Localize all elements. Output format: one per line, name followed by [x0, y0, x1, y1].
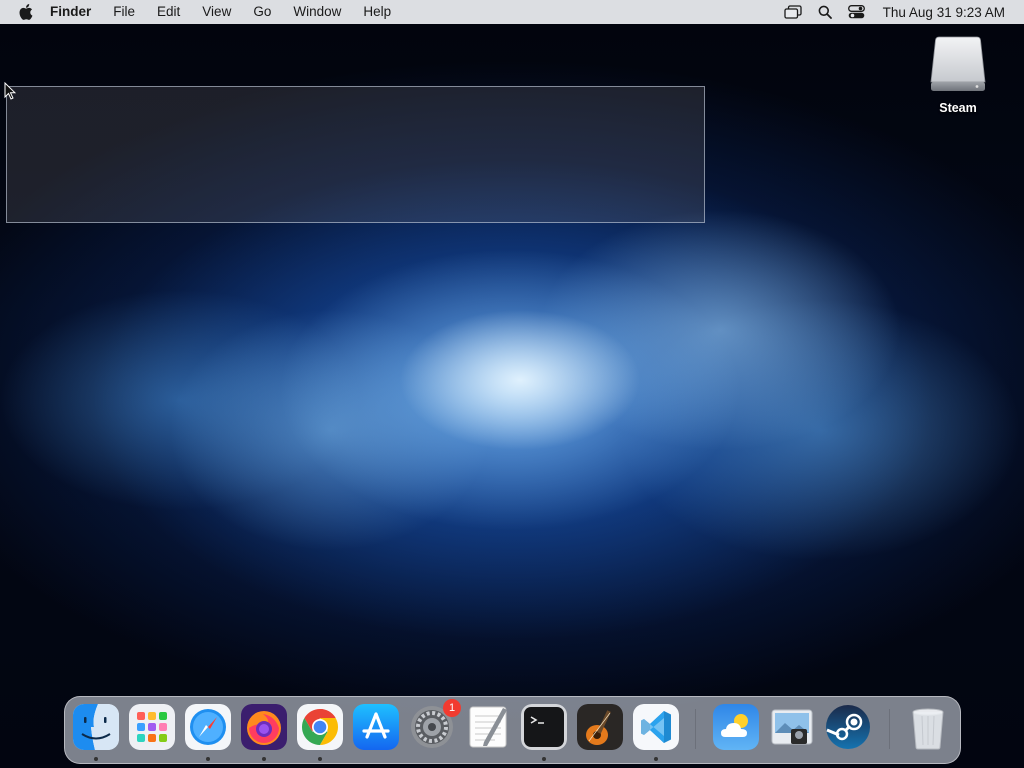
weather-icon — [713, 704, 759, 750]
running-indicator — [542, 757, 546, 761]
dock-app-steam[interactable] — [825, 704, 871, 750]
external-drive-icon — [929, 34, 987, 94]
dock-app-firefox[interactable] — [241, 704, 287, 750]
dock-app-preview[interactable] — [769, 704, 815, 750]
menu-bar-clock[interactable]: Thu Aug 31 9:23 AM — [883, 5, 1005, 20]
terminal-icon — [521, 704, 567, 750]
safari-icon — [185, 704, 231, 750]
chrome-icon — [297, 704, 343, 750]
steam-icon — [825, 704, 871, 750]
dock: 1 — [64, 696, 961, 764]
dock-app-chrome[interactable] — [297, 704, 343, 750]
menu-bar: Finder File Edit View Go Window Help Thu… — [0, 0, 1024, 24]
preview-icon — [769, 704, 815, 750]
menu-edit[interactable]: Edit — [146, 0, 191, 24]
dock-app-launchpad[interactable] — [129, 704, 175, 750]
dock-separator — [889, 709, 890, 749]
apple-menu-icon[interactable] — [18, 4, 34, 20]
dock-app-system-preferences[interactable]: 1 — [409, 699, 461, 750]
launchpad-icon — [129, 704, 175, 750]
dock-app-weather[interactable] — [713, 704, 759, 750]
dock-app-vscode[interactable] — [633, 704, 679, 750]
app-store-icon — [353, 704, 399, 750]
menu-help[interactable]: Help — [352, 0, 402, 24]
dock-app-trash[interactable] — [905, 704, 951, 750]
trash-icon — [905, 704, 951, 750]
textedit-icon — [465, 704, 511, 750]
menu-window[interactable]: Window — [282, 0, 352, 24]
notification-badge: 1 — [443, 699, 461, 717]
running-indicator — [94, 757, 98, 761]
dock-app-safari[interactable] — [185, 704, 231, 750]
dock-app-app-store[interactable] — [353, 704, 399, 750]
menu-file[interactable]: File — [102, 0, 146, 24]
desktop-icon-label: Steam — [939, 101, 977, 115]
menu-view[interactable]: View — [191, 0, 242, 24]
desktop-icon-steam[interactable]: Steam — [924, 34, 992, 115]
dock-app-textedit[interactable] — [465, 704, 511, 750]
dock-app-garageband[interactable] — [577, 704, 623, 750]
spotlight-search-icon[interactable] — [814, 0, 836, 24]
menu-app-name[interactable]: Finder — [50, 0, 102, 24]
running-indicator — [262, 757, 266, 761]
menu-go[interactable]: Go — [242, 0, 282, 24]
screen-mirroring-icon[interactable] — [782, 0, 804, 24]
vscode-icon — [633, 704, 679, 750]
dock-app-terminal[interactable] — [521, 704, 567, 750]
finder-icon — [73, 704, 119, 750]
dock-app-finder[interactable] — [73, 704, 119, 750]
garageband-icon — [577, 704, 623, 750]
mouse-cursor-icon — [4, 82, 16, 100]
running-indicator — [654, 757, 658, 761]
firefox-icon — [241, 704, 287, 750]
running-indicator — [206, 757, 210, 761]
running-indicator — [318, 757, 322, 761]
control-center-icon[interactable] — [846, 0, 868, 24]
selection-rectangle — [6, 86, 705, 223]
dock-separator — [695, 709, 696, 749]
